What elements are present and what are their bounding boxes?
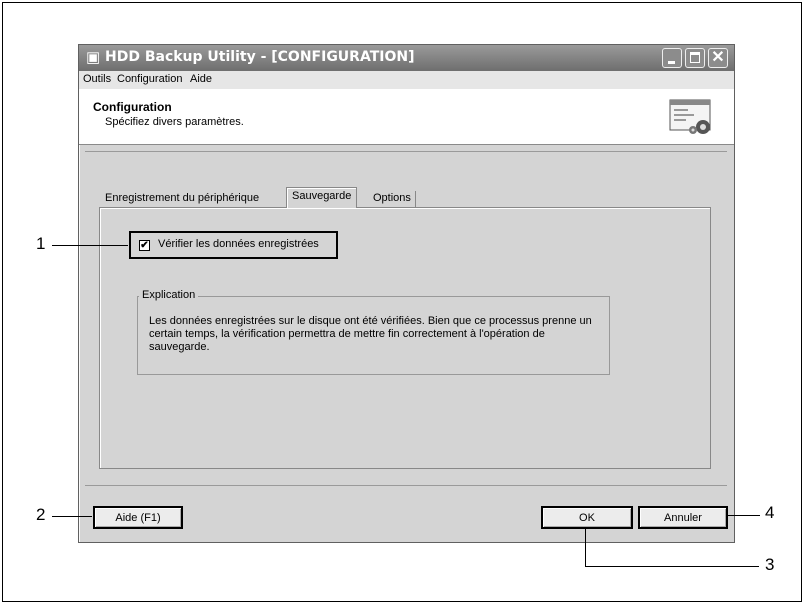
callout-1: 1 xyxy=(36,234,46,253)
close-button[interactable]: ✕ xyxy=(708,48,728,68)
callout-3-leader xyxy=(585,528,586,566)
callout-4: 4 xyxy=(765,503,775,522)
callout-3: 3 xyxy=(765,555,775,574)
verify-checkbox[interactable]: ✔ xyxy=(139,240,150,251)
minimize-button[interactable] xyxy=(662,48,682,68)
tab-enregistrement[interactable]: Enregistrement du périphérique xyxy=(105,192,259,204)
verify-label[interactable]: Vérifier les données enregistrées xyxy=(158,238,319,250)
callout-2: 2 xyxy=(36,505,46,524)
menu-outils[interactable]: Outils xyxy=(83,73,111,85)
help-button[interactable]: Aide (F1) xyxy=(93,506,183,529)
maximize-button[interactable] xyxy=(685,48,705,68)
window-title: HDD Backup Utility - [CONFIGURATION] xyxy=(105,49,415,65)
tab-options[interactable]: Options xyxy=(369,191,416,208)
explanation-text: Les données enregistrées sur le disque o… xyxy=(149,315,592,353)
menu-aide[interactable]: Aide xyxy=(190,73,212,85)
explanation-legend: Explication xyxy=(139,289,199,301)
header-subtitle: Spécifiez divers paramètres. xyxy=(105,116,244,128)
title-bar[interactable]: ▣ HDD Backup Utility - [CONFIGURATION] ✕ xyxy=(79,45,734,71)
separator xyxy=(85,485,727,486)
verify-option[interactable]: ✔ Vérifier les données enregistrées xyxy=(129,231,338,259)
maximize-icon xyxy=(686,49,704,67)
close-icon: ✕ xyxy=(711,49,725,66)
tab-sauvegarde[interactable]: Sauvegarde xyxy=(286,187,358,208)
callout-1-leader xyxy=(52,245,128,246)
callout-3-leader xyxy=(585,566,759,567)
header-panel: Configuration Spécifiez divers paramètre… xyxy=(79,89,734,145)
dialog-window: ▣ HDD Backup Utility - [CONFIGURATION] ✕… xyxy=(78,44,735,543)
header-title: Configuration xyxy=(93,100,172,114)
separator xyxy=(85,151,727,152)
ok-button[interactable]: OK xyxy=(541,506,633,529)
settings-dialog-icon xyxy=(669,99,711,134)
menu-configuration[interactable]: Configuration xyxy=(117,73,182,85)
callout-4-leader xyxy=(728,515,760,516)
disk-icon: ▣ xyxy=(86,49,101,66)
minimize-icon xyxy=(663,49,681,67)
menu-bar: Outils Configuration Aide xyxy=(79,71,734,89)
callout-2-leader xyxy=(52,516,92,517)
cancel-button[interactable]: Annuler xyxy=(638,506,728,529)
